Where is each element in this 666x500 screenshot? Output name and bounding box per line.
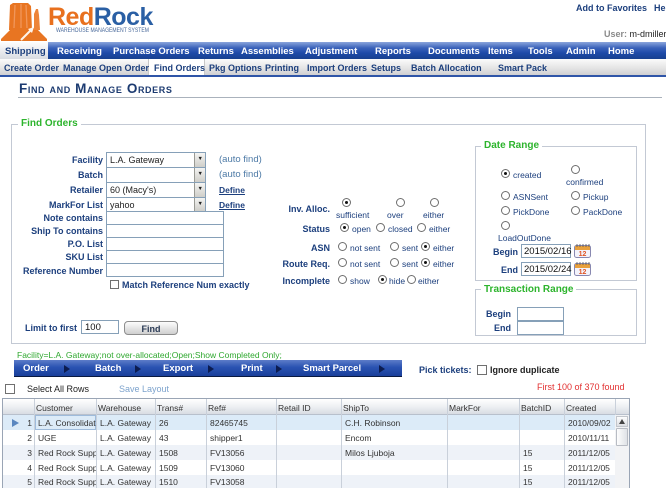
svg-text:12: 12 xyxy=(579,251,587,258)
svg-text:12: 12 xyxy=(579,269,587,276)
